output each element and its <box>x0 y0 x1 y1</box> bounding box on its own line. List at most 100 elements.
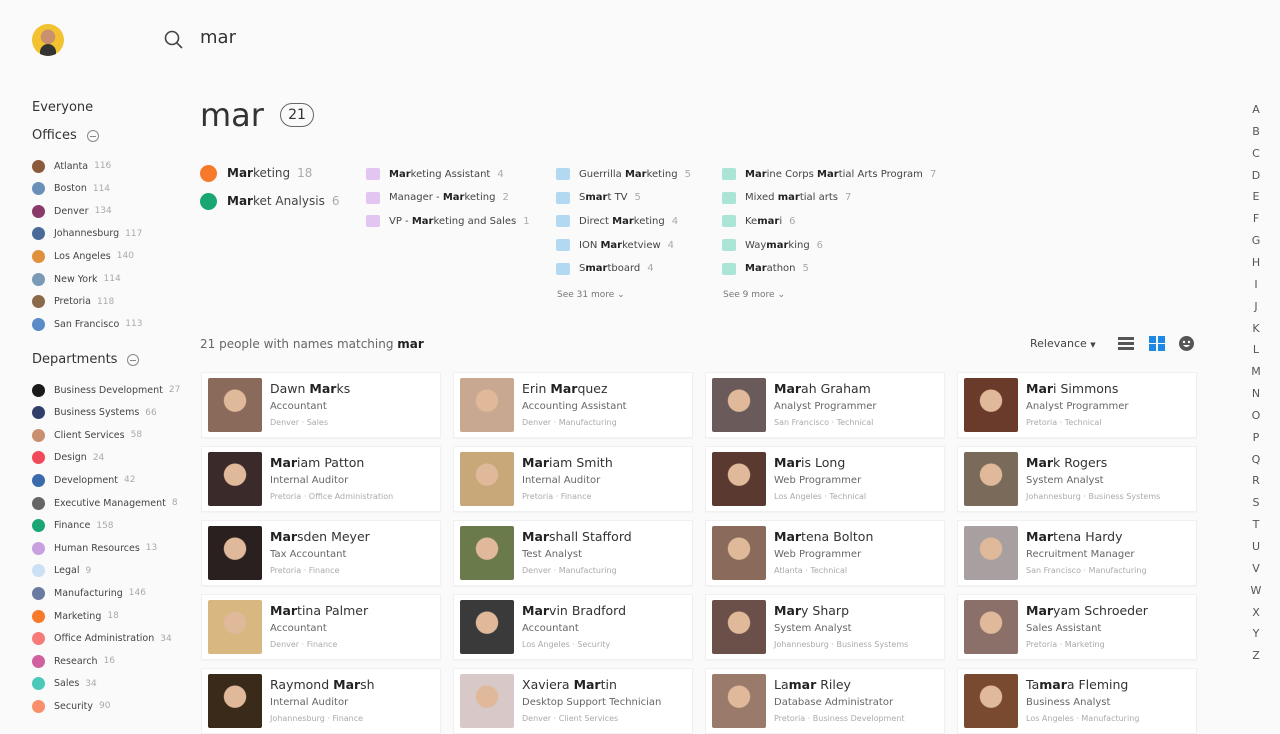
alphabet-e[interactable]: E <box>1250 190 1262 203</box>
alphabet-w[interactable]: W <box>1250 584 1262 597</box>
department-security[interactable]: Security 90 <box>32 699 110 713</box>
alphabet-k[interactable]: K <box>1250 322 1262 335</box>
alphabet-f[interactable]: F <box>1250 212 1262 225</box>
person-card[interactable]: Maris Long Web Programmer Los Angeles · Te… <box>705 446 945 512</box>
person-card[interactable]: Mary Sharp System Analyst Johannesburg · B… <box>705 594 945 660</box>
person-card[interactable]: Marvin Bradford Accountant Los Angeles · S… <box>453 594 693 660</box>
suggestion-skill[interactable]: ION Marketview 4 <box>556 238 674 252</box>
alphabet-z[interactable]: Z <box>1250 649 1262 662</box>
alphabet-c[interactable]: C <box>1250 147 1262 160</box>
office-boston[interactable]: Boston 114 <box>32 182 110 196</box>
suggestion-skill[interactable]: Smartboard 4 <box>556 262 654 276</box>
alphabet-r[interactable]: R <box>1250 474 1262 487</box>
department-office-administration[interactable]: Office Administration 34 <box>32 632 172 646</box>
label-part: Riley <box>816 677 851 692</box>
suggestion-title[interactable]: Manager - Marketing 2 <box>366 191 509 205</box>
label-part: Mar <box>774 529 802 544</box>
alphabet-p[interactable]: P <box>1250 431 1262 444</box>
suggestion-skill[interactable]: Direct Marketing 4 <box>556 214 678 228</box>
person-card[interactable]: Mark Rogers System Analyst Johannesburg · … <box>957 446 1197 512</box>
alphabet-g[interactable]: G <box>1250 234 1262 247</box>
collapse-offices-icon[interactable] <box>86 129 99 142</box>
office-johannesburg[interactable]: Johannesburg 117 <box>32 227 142 241</box>
alphabet-t[interactable]: T <box>1250 518 1262 531</box>
alphabet-l[interactable]: L <box>1250 343 1262 356</box>
sidebar-everyone[interactable]: Everyone <box>32 100 93 115</box>
department-client-services[interactable]: Client Services 58 <box>32 428 142 442</box>
department-finance[interactable]: Finance 158 <box>32 519 114 533</box>
person-card[interactable]: Raymond Marsh Internal Auditor Johannesbur… <box>201 668 441 734</box>
face-view-icon[interactable] <box>1179 336 1194 351</box>
suggestion-interest[interactable]: Mixed martial arts 7 <box>722 191 851 205</box>
suggestion-department[interactable]: Market Analysis 6 <box>200 192 339 210</box>
label-part: ah Graham <box>801 381 871 396</box>
person-card[interactable]: Xaviera Martin Desktop Support Technician… <box>453 668 693 734</box>
department-business-systems[interactable]: Business Systems 66 <box>32 406 157 420</box>
department-sales[interactable]: Sales 34 <box>32 677 97 691</box>
alphabet-s[interactable]: S <box>1250 496 1262 509</box>
see-more-skills[interactable]: See 31 more ⌄ <box>557 290 625 300</box>
collapse-departments-icon[interactable] <box>127 353 140 366</box>
suggestion-skill[interactable]: Guerrilla Marketing 5 <box>556 167 691 181</box>
alphabet-h[interactable]: H <box>1250 256 1262 269</box>
department-design[interactable]: Design 24 <box>32 451 104 465</box>
alphabet-i[interactable]: I <box>1250 278 1262 291</box>
alphabet-o[interactable]: O <box>1250 409 1262 422</box>
alphabet-y[interactable]: Y <box>1250 627 1262 640</box>
person-card[interactable]: Marah Graham Analyst Programmer San Franci… <box>705 372 945 438</box>
search-input[interactable] <box>200 27 600 48</box>
suggestion-skill[interactable]: Smart TV 5 <box>556 191 641 205</box>
see-more-interests[interactable]: See 9 more ⌄ <box>723 290 785 300</box>
person-card[interactable]: Mariam Patton Internal Auditor Pretoria · … <box>201 446 441 512</box>
suggestion-department[interactable]: Marketing 18 <box>200 164 312 182</box>
list-view-icon[interactable] <box>1118 336 1134 351</box>
department-legal[interactable]: Legal 9 <box>32 564 91 578</box>
person-card[interactable]: Martena Hardy Recruitment Manager San Fran… <box>957 520 1197 586</box>
office-new-york[interactable]: New York 114 <box>32 272 121 286</box>
suggestion-title[interactable]: VP - Marketing and Sales 1 <box>366 214 530 228</box>
alphabet-j[interactable]: J <box>1250 300 1262 313</box>
user-avatar[interactable] <box>32 24 64 56</box>
office-denver[interactable]: Denver 134 <box>32 204 112 218</box>
department-manufacturing[interactable]: Manufacturing 146 <box>32 586 146 600</box>
person-card[interactable]: Marshall Stafford Test Analyst Denver · Ma… <box>453 520 693 586</box>
person-card[interactable]: Marsden Meyer Tax Accountant Pretoria · Fi… <box>201 520 441 586</box>
department-executive-management[interactable]: Executive Management 8 <box>32 496 178 510</box>
office-los-angeles[interactable]: Los Angeles 140 <box>32 249 134 263</box>
alphabet-q[interactable]: Q <box>1250 453 1262 466</box>
person-card[interactable]: Maryam Schroeder Sales Assistant Pretoria … <box>957 594 1197 660</box>
person-card[interactable]: Mariam Smith Internal Auditor Pretoria · F… <box>453 446 693 512</box>
suggestion-title[interactable]: Marketing Assistant 4 <box>366 167 504 181</box>
alphabet-b[interactable]: B <box>1250 125 1262 138</box>
grid-view-icon[interactable] <box>1149 336 1165 351</box>
alphabet-a[interactable]: A <box>1250 103 1262 116</box>
alphabet-n[interactable]: N <box>1250 387 1262 400</box>
suggestion-interest[interactable]: Marine Corps Martial Arts Program 7 <box>722 167 936 181</box>
department-marketing[interactable]: Marketing 18 <box>32 609 119 623</box>
office-atlanta[interactable]: Atlanta 116 <box>32 159 111 173</box>
suggestion-interest[interactable]: Kemari 6 <box>722 214 795 228</box>
department-development[interactable]: Development 42 <box>32 473 135 487</box>
person-card[interactable]: Mari Simmons Analyst Programmer Pretoria ·… <box>957 372 1197 438</box>
person-card[interactable]: Martina Palmer Accountant Denver · Finance <box>201 594 441 660</box>
department-human-resources[interactable]: Human Resources 13 <box>32 541 157 555</box>
alphabet-m[interactable]: M <box>1250 365 1262 378</box>
person-card[interactable]: Dawn Marks Accountant Denver · Sales <box>201 372 441 438</box>
person-card[interactable]: Lamar Riley Database Administrator Pretori… <box>705 668 945 734</box>
office-pretoria[interactable]: Pretoria 118 <box>32 295 114 309</box>
label-part: tial Arts Program <box>838 168 923 180</box>
department-icon <box>32 677 45 691</box>
department-research[interactable]: Research 16 <box>32 654 115 668</box>
alphabet-v[interactable]: V <box>1250 562 1262 575</box>
person-card[interactable]: Tamara Fleming Business Analyst Los Angele… <box>957 668 1197 734</box>
suggestion-interest[interactable]: Waymarking 6 <box>722 238 823 252</box>
alphabet-u[interactable]: U <box>1250 540 1262 553</box>
suggestion-interest[interactable]: Marathon 5 <box>722 262 809 276</box>
person-card[interactable]: Erin Marquez Accounting Assistant Denver ·… <box>453 372 693 438</box>
alphabet-d[interactable]: D <box>1250 169 1262 182</box>
person-card[interactable]: Martena Bolton Web Programmer Atlanta · Te… <box>705 520 945 586</box>
department-business-development[interactable]: Business Development 27 <box>32 383 180 397</box>
office-san-francisco[interactable]: San Francisco 113 <box>32 317 142 331</box>
sort-dropdown[interactable]: Relevance ▼ <box>1030 337 1096 350</box>
alphabet-x[interactable]: X <box>1250 606 1262 619</box>
